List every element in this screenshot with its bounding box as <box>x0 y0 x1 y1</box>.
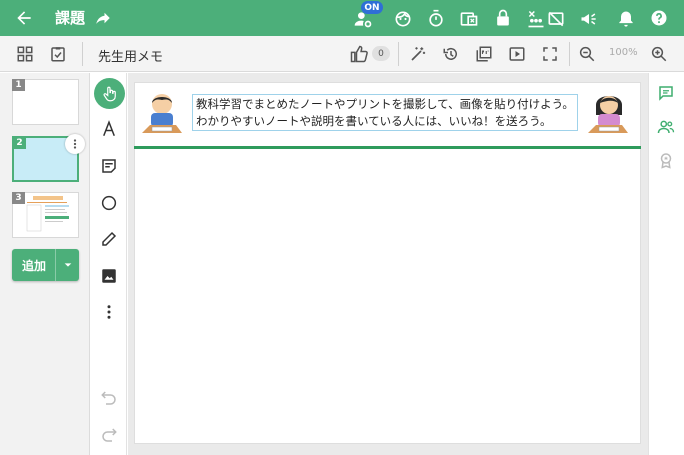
student-girl-illustration <box>588 96 628 133</box>
page-title: 課題 <box>55 9 86 27</box>
people-icon[interactable] <box>657 118 675 136</box>
hand-pointer-icon[interactable] <box>94 78 125 109</box>
toolbar-divider <box>398 42 399 66</box>
shape-circle-icon[interactable] <box>100 194 118 212</box>
teacher-memo-button[interactable]: 先生用メモ <box>98 46 163 65</box>
like-count-badge: 0 <box>372 46 390 61</box>
undo-icon[interactable] <box>100 389 118 407</box>
history-icon[interactable] <box>442 45 460 63</box>
instruction-line-2: わかりやすいノートや説明を書いている人には、いいね！を送ろう。 <box>196 114 552 128</box>
page-number: 1 <box>12 79 25 91</box>
worksheet-page[interactable] <box>134 82 641 444</box>
share-icon[interactable] <box>94 9 112 27</box>
lock-icon[interactable] <box>493 8 513 28</box>
page-thumbnail-3[interactable]: 3 <box>12 192 79 238</box>
toolbar-divider <box>569 42 570 66</box>
instruction-line-1: 教科学習でまとめたノートやプリントを撮影して、画像を貼り付けよう。 <box>196 97 574 111</box>
play-slideshow-icon[interactable] <box>508 45 526 63</box>
more-vert-icon[interactable] <box>100 303 118 321</box>
add-page-button[interactable]: 追加 <box>12 249 79 281</box>
zoom-level: 100% <box>609 47 638 58</box>
image-icon[interactable] <box>100 267 118 285</box>
on-badge: ON <box>361 1 383 14</box>
back-arrow-icon[interactable] <box>14 8 34 28</box>
text-tool-icon[interactable] <box>100 120 118 138</box>
magic-wand-icon[interactable] <box>409 45 427 63</box>
screen-share-icon[interactable] <box>459 9 479 29</box>
page-more-icon[interactable] <box>65 134 85 154</box>
group-off-icon[interactable] <box>526 9 546 29</box>
announce-icon[interactable] <box>579 9 599 29</box>
chevron-down-icon[interactable] <box>55 249 79 281</box>
bell-icon[interactable] <box>616 9 636 29</box>
badge-icon[interactable] <box>657 151 675 169</box>
timer-icon[interactable] <box>426 9 446 29</box>
cast-off-icon[interactable] <box>546 9 566 29</box>
redo-icon[interactable] <box>100 426 118 444</box>
instruction-textbox[interactable]: 教科学習でまとめたノートやプリントを撮影して、画像を貼り付けよう。 わかりやすい… <box>192 94 578 131</box>
pen-icon[interactable] <box>100 230 118 248</box>
sticky-note-icon[interactable] <box>100 157 118 175</box>
face-icon[interactable] <box>393 9 413 29</box>
help-icon[interactable] <box>649 8 669 28</box>
grid-view-icon[interactable] <box>16 45 34 63</box>
comment-icon[interactable] <box>657 84 675 102</box>
toolbar-divider <box>82 42 83 66</box>
pdf-icon[interactable] <box>475 45 493 63</box>
add-page-label: 追加 <box>22 259 47 273</box>
student-boy-illustration <box>142 94 182 133</box>
zoom-out-icon[interactable] <box>578 45 596 63</box>
like-icon[interactable] <box>349 44 369 64</box>
app-header: 課題 ON <box>0 0 684 36</box>
divider-line <box>134 146 641 149</box>
page-thumbnail-1[interactable]: 1 <box>12 79 79 125</box>
fullscreen-icon[interactable] <box>541 45 559 63</box>
zoom-in-icon[interactable] <box>650 45 668 63</box>
page-thumbnail-2[interactable]: 2 <box>12 134 85 182</box>
thumbnail-preview <box>26 196 69 232</box>
assignment-check-icon[interactable] <box>49 45 67 63</box>
page-number: 2 <box>13 137 26 149</box>
